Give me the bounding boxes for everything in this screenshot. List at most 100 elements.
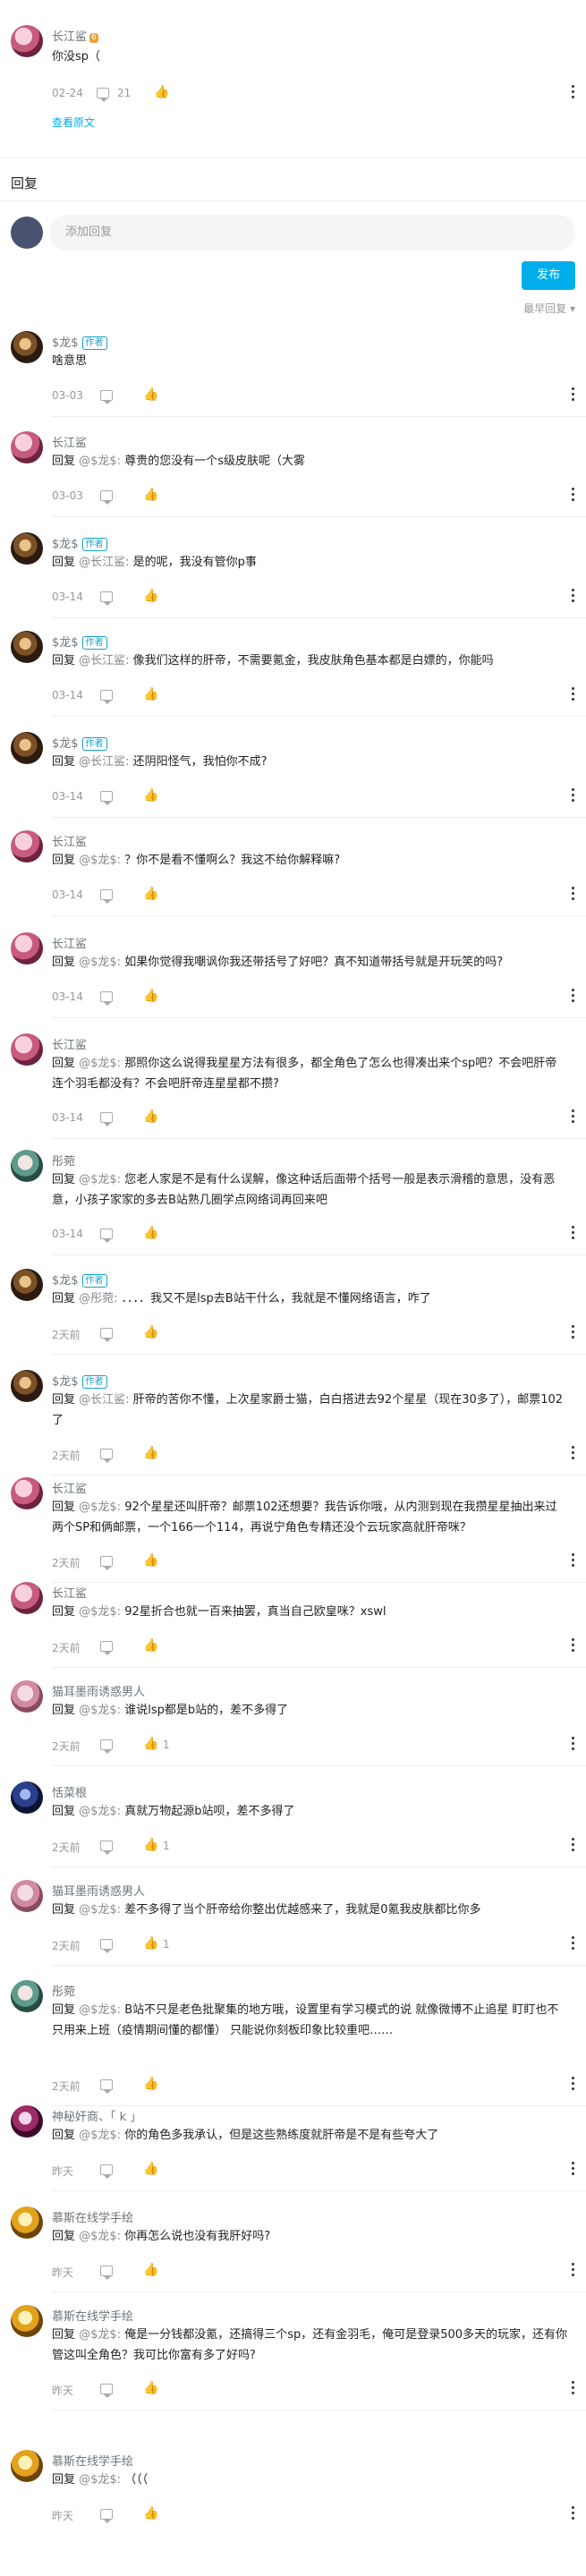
comment-username[interactable]: 慕斯在线学手绘 [52,2452,133,2469]
mention-link[interactable]: @长江鲨: [79,654,133,667]
avatar[interactable] [11,830,43,863]
reply-icon[interactable] [100,1328,113,1342]
reply-icon[interactable] [100,1739,113,1754]
like-icon[interactable]: 👍 [143,1326,158,1339]
comment-username[interactable]: 长江鲨 [52,433,87,450]
more-icon[interactable] [572,2506,575,2522]
reply-icon[interactable] [100,1641,113,1655]
avatar[interactable] [11,25,43,57]
comment-username[interactable]: 彤菀 [52,1982,75,1999]
avatar[interactable] [11,2206,43,2239]
reply-icon[interactable] [100,690,113,704]
mention-link[interactable]: @$龙$: [79,1605,124,1619]
more-icon[interactable] [572,887,575,903]
avatar[interactable] [11,732,43,764]
comment-username[interactable]: 长江鲨 [52,1035,87,1052]
mention-link[interactable]: @长江鲨: [79,556,133,569]
more-icon[interactable] [572,387,575,404]
view-original-link[interactable]: 查看原文 [52,115,95,130]
like-icon[interactable]: 👍 [143,489,158,502]
more-icon[interactable] [572,589,575,605]
more-icon[interactable] [572,2263,575,2279]
comment-username[interactable]: 神秘奸商、｢ k ｣ [52,2107,136,2124]
comment-username[interactable]: 猫耳墨雨诱惑男人 [52,1682,145,1699]
reply-icon[interactable] [97,88,109,102]
more-icon[interactable] [572,1109,575,1126]
mention-link[interactable]: @$龙$: [79,1173,124,1186]
reply-icon[interactable] [100,1939,113,1953]
avatar[interactable] [11,1150,43,1182]
reply-icon[interactable] [100,2266,113,2280]
like-icon[interactable]: 👍 [143,1110,158,1124]
mention-link[interactable]: @$龙$: [79,1903,124,1917]
like-icon[interactable]: 👍 [143,388,158,402]
comment-username[interactable]: 长江鲨 [52,832,87,849]
more-icon[interactable] [572,2077,575,2093]
avatar[interactable] [11,532,43,565]
like-icon[interactable]: 👍 [143,2163,158,2176]
more-icon[interactable] [572,687,575,703]
more-icon[interactable] [572,2162,575,2178]
reply-icon[interactable] [100,2079,113,2094]
more-icon[interactable] [572,1838,575,1854]
comment-username[interactable]: $龙$ 作者 [52,534,107,551]
reply-icon[interactable] [100,390,113,404]
like-icon[interactable]: 👍 [143,2507,158,2521]
mention-link[interactable]: @长江鲨: [79,755,133,769]
avatar[interactable] [11,1781,43,1814]
reply-icon[interactable] [100,1556,113,1570]
more-icon[interactable] [572,1936,575,1952]
like-icon[interactable]: 👍 [143,789,158,803]
comment-username[interactable]: 彤菀 [52,1152,75,1169]
reply-icon[interactable] [100,1228,113,1243]
avatar[interactable] [11,2105,43,2138]
mention-link[interactable]: @$龙$: [79,1501,124,1514]
avatar[interactable] [11,932,43,965]
comment-username[interactable]: 长江鲨 [52,934,87,951]
reply-icon[interactable] [100,2164,113,2179]
reply-icon[interactable] [100,791,113,805]
mention-link[interactable]: @长江鲨: [79,1393,133,1407]
reply-icon[interactable] [100,889,113,904]
comment-username[interactable]: $龙$ 作者 [52,1372,107,1389]
reply-icon[interactable] [100,591,113,606]
send-button[interactable]: 发布 [522,261,575,290]
like-icon[interactable]: 👍 [143,888,158,901]
mention-link[interactable]: @$龙$: [79,455,124,468]
reply-icon[interactable] [100,1112,113,1126]
avatar[interactable] [11,331,43,363]
like-icon[interactable]: 👍 [143,2264,158,2277]
reply-icon[interactable] [100,991,113,1006]
like-icon[interactable]: 👍 [143,1554,158,1568]
reply-icon[interactable] [100,2384,113,2398]
mention-link[interactable]: @$龙$: [79,2328,124,2342]
comment-username[interactable]: 长江鲨 [52,1479,87,1496]
comment-username[interactable]: 恬菜根 [52,1783,87,1800]
comment-username[interactable]: $龙$ 作者 [52,333,107,350]
like-icon[interactable]: 👍 [143,688,158,701]
avatar[interactable] [11,1370,43,1402]
like-icon[interactable]: 👍 [143,2382,158,2395]
more-icon[interactable] [572,1325,575,1341]
comment-username[interactable]: 长江鲨 6 [52,27,98,44]
more-icon[interactable] [572,788,575,804]
mention-link[interactable]: @$龙$: [79,854,124,867]
like-icon[interactable]: 👍 [143,1227,158,1240]
mention-link[interactable]: @$龙$: [79,956,124,969]
like-icon[interactable]: 👍 [143,1937,158,1951]
reply-icon[interactable] [100,1841,113,1855]
avatar[interactable] [11,1033,43,1066]
comment-username[interactable]: 猫耳墨雨诱惑男人 [52,1882,145,1899]
more-icon[interactable] [572,1446,575,1462]
like-icon[interactable]: 👍 [143,1839,158,1852]
more-icon[interactable] [572,488,575,504]
like-icon[interactable]: 👍 [143,2078,158,2091]
comment-username[interactable]: 长江鲨 [52,1584,87,1601]
mention-link[interactable]: @$龙$: [79,1704,124,1717]
avatar[interactable] [11,1269,43,1301]
more-icon[interactable] [572,1737,575,1753]
mention-link[interactable]: @$龙$: [79,2473,124,2487]
like-icon[interactable]: 👍 [143,1447,158,1460]
mention-link[interactable]: @$龙$: [79,2003,124,2017]
avatar[interactable] [11,631,43,663]
